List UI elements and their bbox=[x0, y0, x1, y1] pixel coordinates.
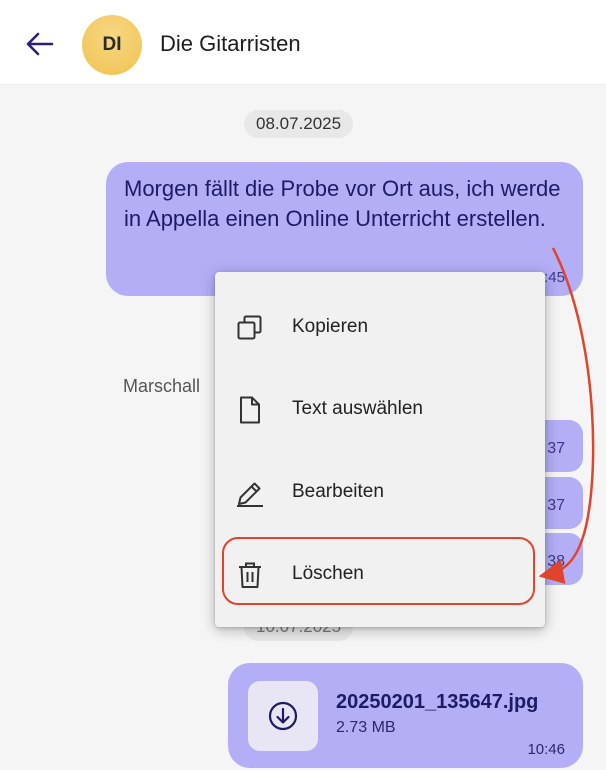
file-name: 20250201_135647.jpg bbox=[336, 691, 539, 713]
message-time: 10:46 bbox=[527, 741, 565, 758]
menu-item-label: Text auswählen bbox=[292, 398, 423, 419]
document-icon bbox=[240, 396, 260, 424]
menu-item-label: Bearbeiten bbox=[292, 481, 384, 502]
pencil-icon bbox=[237, 482, 263, 507]
menu-item-label: Löschen bbox=[292, 563, 364, 584]
menu-item-select-text[interactable]: Text auswählen bbox=[215, 368, 545, 450]
file-message-bubble[interactable]: 20250201_135647.jpg 2.73 MB 10:46 bbox=[228, 663, 583, 768]
trash-icon bbox=[239, 562, 261, 588]
context-menu: Kopieren Text auswählen Bearbeiten Lösch… bbox=[215, 272, 545, 627]
app-bar: DI Die Gitarristen bbox=[0, 0, 606, 85]
back-button[interactable] bbox=[22, 26, 58, 62]
message-time: 38 bbox=[547, 553, 565, 570]
sender-name: Marschall bbox=[123, 376, 201, 396]
menu-item-copy[interactable]: Kopieren bbox=[215, 286, 545, 368]
arrow-left-icon bbox=[26, 32, 54, 56]
download-icon bbox=[268, 701, 298, 731]
message-time: 37 bbox=[547, 440, 565, 457]
date-separator: 08.07.2025 bbox=[244, 110, 354, 138]
copy-icon bbox=[237, 315, 262, 340]
file-size: 2.73 MB bbox=[336, 719, 396, 736]
message-time: 37 bbox=[547, 497, 565, 514]
chat-title[interactable]: Die Gitarristen bbox=[160, 31, 301, 57]
menu-item-label: Kopieren bbox=[292, 316, 369, 337]
menu-item-edit[interactable]: Bearbeiten bbox=[215, 451, 545, 533]
message-text: Morgen fällt die Probe vor Ort aus, ich … bbox=[124, 176, 561, 231]
menu-item-delete[interactable]: Löschen bbox=[215, 533, 545, 615]
avatar[interactable]: DI bbox=[82, 15, 142, 75]
download-button[interactable] bbox=[248, 681, 318, 751]
